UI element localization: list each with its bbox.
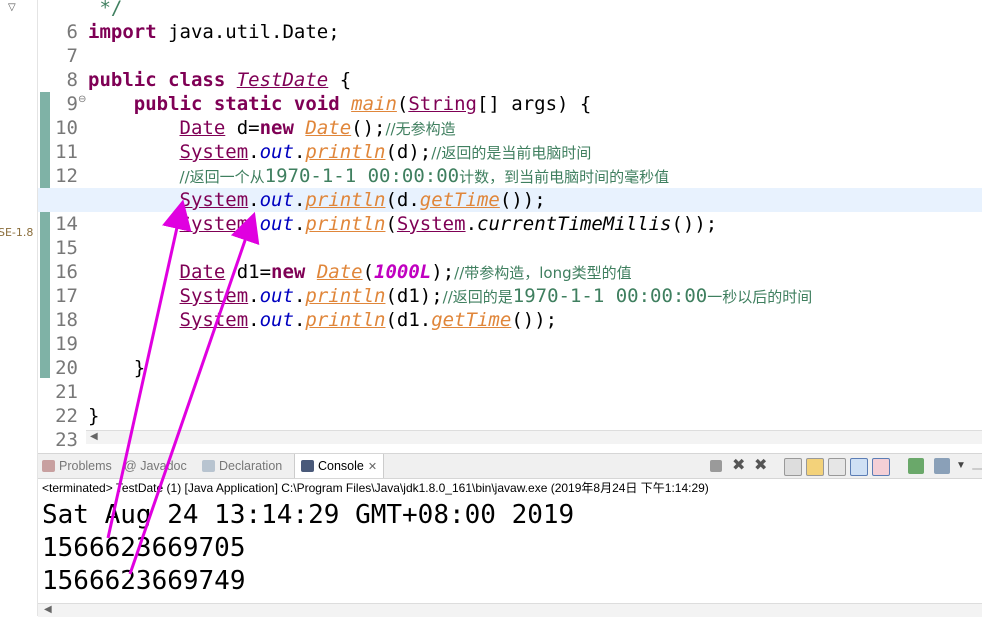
scroll-lock-icon[interactable] bbox=[806, 458, 824, 476]
jre-label: SE-1.8 bbox=[0, 226, 34, 239]
tab-label: Problems bbox=[59, 459, 112, 473]
code-text: System.out.println(d);//返回的是当前电脑时间 bbox=[179, 141, 592, 163]
close-icon[interactable]: ✕ bbox=[368, 461, 377, 473]
code-text: Date d=new Date();//无参构造 bbox=[179, 117, 456, 139]
tab-label: Javadoc bbox=[140, 459, 187, 473]
editor-horizontal-scrollbar[interactable]: ◀ bbox=[86, 430, 982, 444]
console-output[interactable]: Sat Aug 24 13:14:29 GMT+08:00 2019 15666… bbox=[38, 498, 982, 602]
line-number: 23 bbox=[55, 429, 78, 451]
code-line[interactable]: 9 public class TestDate { bbox=[38, 68, 982, 115]
code-text: //返回一个从1970-1-1 00:00:00计数，到当前电脑时间的毫秒值 bbox=[179, 165, 670, 187]
tab-label: Declaration bbox=[219, 459, 283, 473]
code-text: System.out.println(d.getTime()); bbox=[179, 189, 546, 211]
console-output-line: Sat Aug 24 13:14:29 GMT+08:00 2019 bbox=[42, 500, 575, 530]
terminate-icon[interactable] bbox=[710, 460, 722, 472]
code-line[interactable]: 16 bbox=[38, 236, 982, 283]
clear-console-icon[interactable] bbox=[784, 458, 802, 476]
display-console-icon[interactable] bbox=[934, 458, 950, 474]
console-status-line: <terminated> TestDate (1) [Java Applicat… bbox=[42, 481, 709, 495]
code-text: System.out.println(d1);//返回的是1970-1-1 00… bbox=[179, 285, 813, 307]
console-icon bbox=[301, 460, 314, 472]
scroll-left-icon[interactable]: ◀ bbox=[90, 431, 98, 442]
code-line[interactable]: 19 System.out.println(d1.getTime()); bbox=[38, 308, 982, 355]
console-output-line: 1566623669749 bbox=[42, 566, 246, 596]
fold-collapse-icon[interactable]: ⊖ bbox=[78, 88, 86, 112]
code-text: System.out.println(System.currentTimeMil… bbox=[179, 213, 718, 235]
code-text: public static void main(String[] args) { bbox=[133, 93, 592, 115]
word-wrap-icon[interactable] bbox=[828, 458, 846, 476]
show-stderr-icon[interactable] bbox=[872, 458, 890, 476]
code-text: } bbox=[88, 405, 100, 427]
code-line[interactable]: 22 bbox=[38, 380, 982, 427]
code-line[interactable]: 7 import java.util.Date; bbox=[38, 20, 982, 67]
code-line[interactable]: 15 System.out.println(System.currentTime… bbox=[38, 212, 982, 259]
show-stdout-icon[interactable] bbox=[850, 458, 868, 476]
problems-icon bbox=[42, 460, 55, 472]
code-line[interactable]: 8 bbox=[38, 44, 982, 91]
code-line[interactable]: 13 //返回一个从1970-1-1 00:00:00计数，到当前电脑时间的毫秒… bbox=[38, 164, 982, 211]
code-text: import java.util.Date; bbox=[88, 21, 340, 43]
at-icon: @ bbox=[124, 459, 137, 473]
minimize-icon[interactable] bbox=[972, 468, 982, 470]
declaration-icon bbox=[202, 460, 215, 472]
code-line[interactable]: 23 } bbox=[38, 404, 982, 451]
code-line[interactable]: 20 bbox=[38, 332, 982, 379]
code-line[interactable]: 17 Date d1=new Date(1000L);//带参构造，long类型… bbox=[38, 260, 982, 307]
code-line[interactable]: 21 } bbox=[38, 356, 982, 403]
pin-console-icon[interactable] bbox=[908, 458, 924, 474]
code-editor[interactable]: 6 */ 7 import java.util.Date; 8 9 public… bbox=[38, 0, 982, 451]
code-line[interactable]: 6 */ bbox=[38, 0, 982, 43]
tab-declaration[interactable]: Declaration bbox=[202, 454, 282, 478]
remove-all-icon[interactable]: ✖ bbox=[754, 458, 770, 474]
bottom-view-tabs: Problems @ Javadoc Declaration Console ✕ … bbox=[38, 453, 982, 479]
left-panel-strip: ▽ SE-1.8 bbox=[0, 0, 38, 616]
tab-problems[interactable]: Problems bbox=[42, 454, 112, 478]
tab-label: Console bbox=[318, 459, 364, 473]
scroll-left-icon[interactable]: ◀ bbox=[44, 604, 52, 615]
code-line[interactable]: 11 Date d=new Date();//无参构造 bbox=[38, 116, 982, 163]
code-text: } bbox=[88, 357, 146, 379]
remove-launch-icon[interactable]: ✖ bbox=[732, 458, 748, 474]
code-line[interactable]: 10 ⊖ public static void main(String[] ar… bbox=[38, 92, 982, 139]
dropdown-chevron-icon[interactable]: ▼ bbox=[956, 458, 972, 474]
console-horizontal-scrollbar[interactable]: ◀ bbox=[38, 603, 982, 617]
code-text: public class TestDate { bbox=[88, 69, 352, 91]
code-line[interactable]: 12 System.out.println(d);//返回的是当前电脑时间 bbox=[38, 140, 982, 187]
code-line[interactable]: 18 System.out.println(d1);//返回的是1970-1-1… bbox=[38, 284, 982, 331]
code-text: Date d1=new Date(1000L);//带参构造，long类型的值 bbox=[179, 261, 632, 283]
tab-console[interactable]: Console ✕ bbox=[294, 454, 385, 478]
console-output-line: 1566623669705 bbox=[42, 533, 246, 563]
code-text: System.out.println(d1.getTime()); bbox=[179, 309, 558, 331]
tab-javadoc[interactable]: @ Javadoc bbox=[124, 454, 187, 478]
chevron-down-icon[interactable]: ▽ bbox=[8, 2, 16, 13]
code-line-current[interactable]: 14 System.out.println(d.getTime()); bbox=[38, 188, 982, 235]
code-text: */ bbox=[88, 0, 123, 19]
